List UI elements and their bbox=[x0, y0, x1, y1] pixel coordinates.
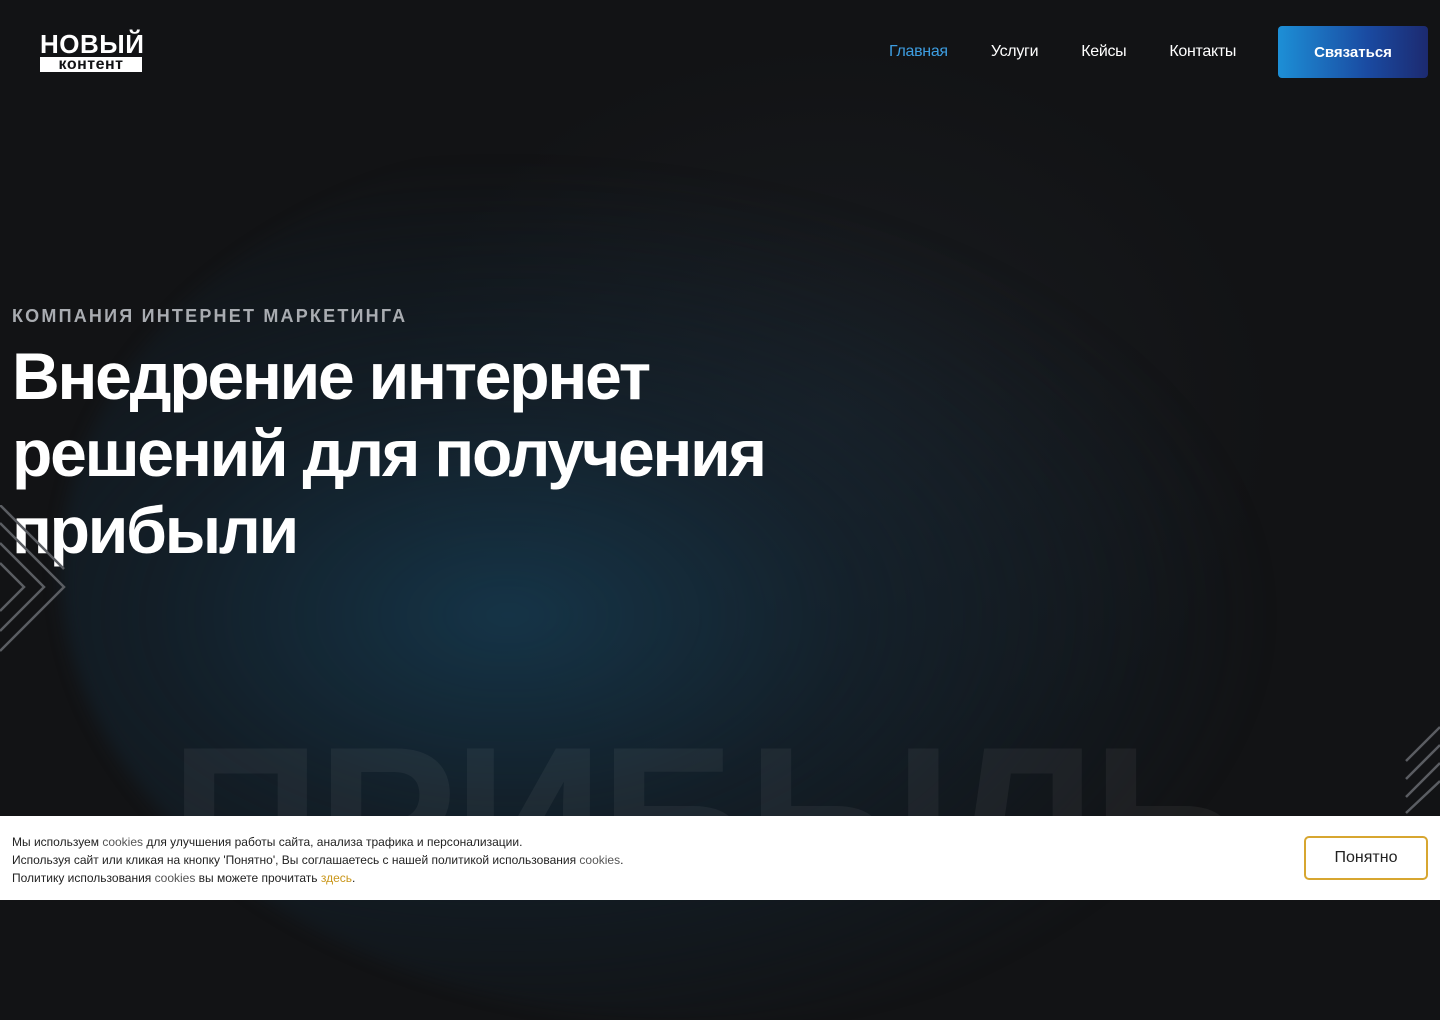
logo-top-text: НОВЫЙ bbox=[40, 29, 145, 59]
cookie-text-part: вы можете прочитать bbox=[195, 871, 321, 885]
cookie-text-part: Мы используем bbox=[12, 835, 103, 849]
cookie-text-part: Политику использования bbox=[12, 871, 155, 885]
main-nav: Главная Услуги Кейсы Контакты bbox=[889, 43, 1279, 61]
cookie-text: Мы используем cookies для улучшения рабо… bbox=[12, 833, 623, 887]
cookie-keyword: cookies bbox=[102, 835, 143, 849]
cookie-line-1: Мы используем cookies для улучшения рабо… bbox=[12, 833, 623, 851]
cookie-banner: Мы используем cookies для улучшения рабо… bbox=[0, 816, 1440, 900]
nav-item-cases[interactable]: Кейсы bbox=[1081, 43, 1126, 61]
cookie-keyword: cookies bbox=[154, 871, 196, 885]
cookie-accept-button[interactable]: Понятно bbox=[1304, 836, 1428, 880]
cookie-line-2: Используя сайт или кликая на кнопку 'Пон… bbox=[12, 851, 623, 869]
hero-title-line-2: решений для получения bbox=[12, 416, 767, 490]
nav-item-contacts[interactable]: Контакты bbox=[1169, 43, 1236, 61]
cookie-keyword: cookies bbox=[579, 853, 621, 867]
cookie-text-part: Используя сайт или кликая на кнопку 'Пон… bbox=[12, 853, 580, 867]
cookie-policy-link[interactable]: здесь bbox=[321, 871, 352, 885]
chevron-lines-icon bbox=[0, 505, 66, 652]
cookie-text-part: для улучшения работы сайта, анализа траф… bbox=[143, 835, 523, 849]
cookie-line-3: Политику использования cookies вы можете… bbox=[12, 869, 623, 887]
site-header: НОВЫЙ контент Главная Услуги Кейсы Конта… bbox=[0, 0, 1440, 104]
logo-bottom-text: контент bbox=[40, 57, 142, 73]
hero-title: Внедрение интернет решений для получения… bbox=[12, 338, 912, 569]
nav-item-services[interactable]: Услуги bbox=[991, 43, 1039, 61]
cookie-text-part: . bbox=[352, 871, 356, 885]
site-logo[interactable]: НОВЫЙ контент bbox=[40, 29, 145, 73]
hero-subtitle: КОМПАНИЯ ИНТЕРНЕТ МАРКЕТИНГА bbox=[12, 306, 408, 326]
nav-item-home[interactable]: Главная bbox=[889, 43, 948, 61]
contact-button[interactable]: Связаться bbox=[1278, 26, 1428, 78]
hero-title-line-1: Внедрение интернет bbox=[12, 339, 651, 413]
diagonal-lines-icon bbox=[1405, 726, 1440, 814]
cookie-text-part: . bbox=[620, 853, 624, 867]
